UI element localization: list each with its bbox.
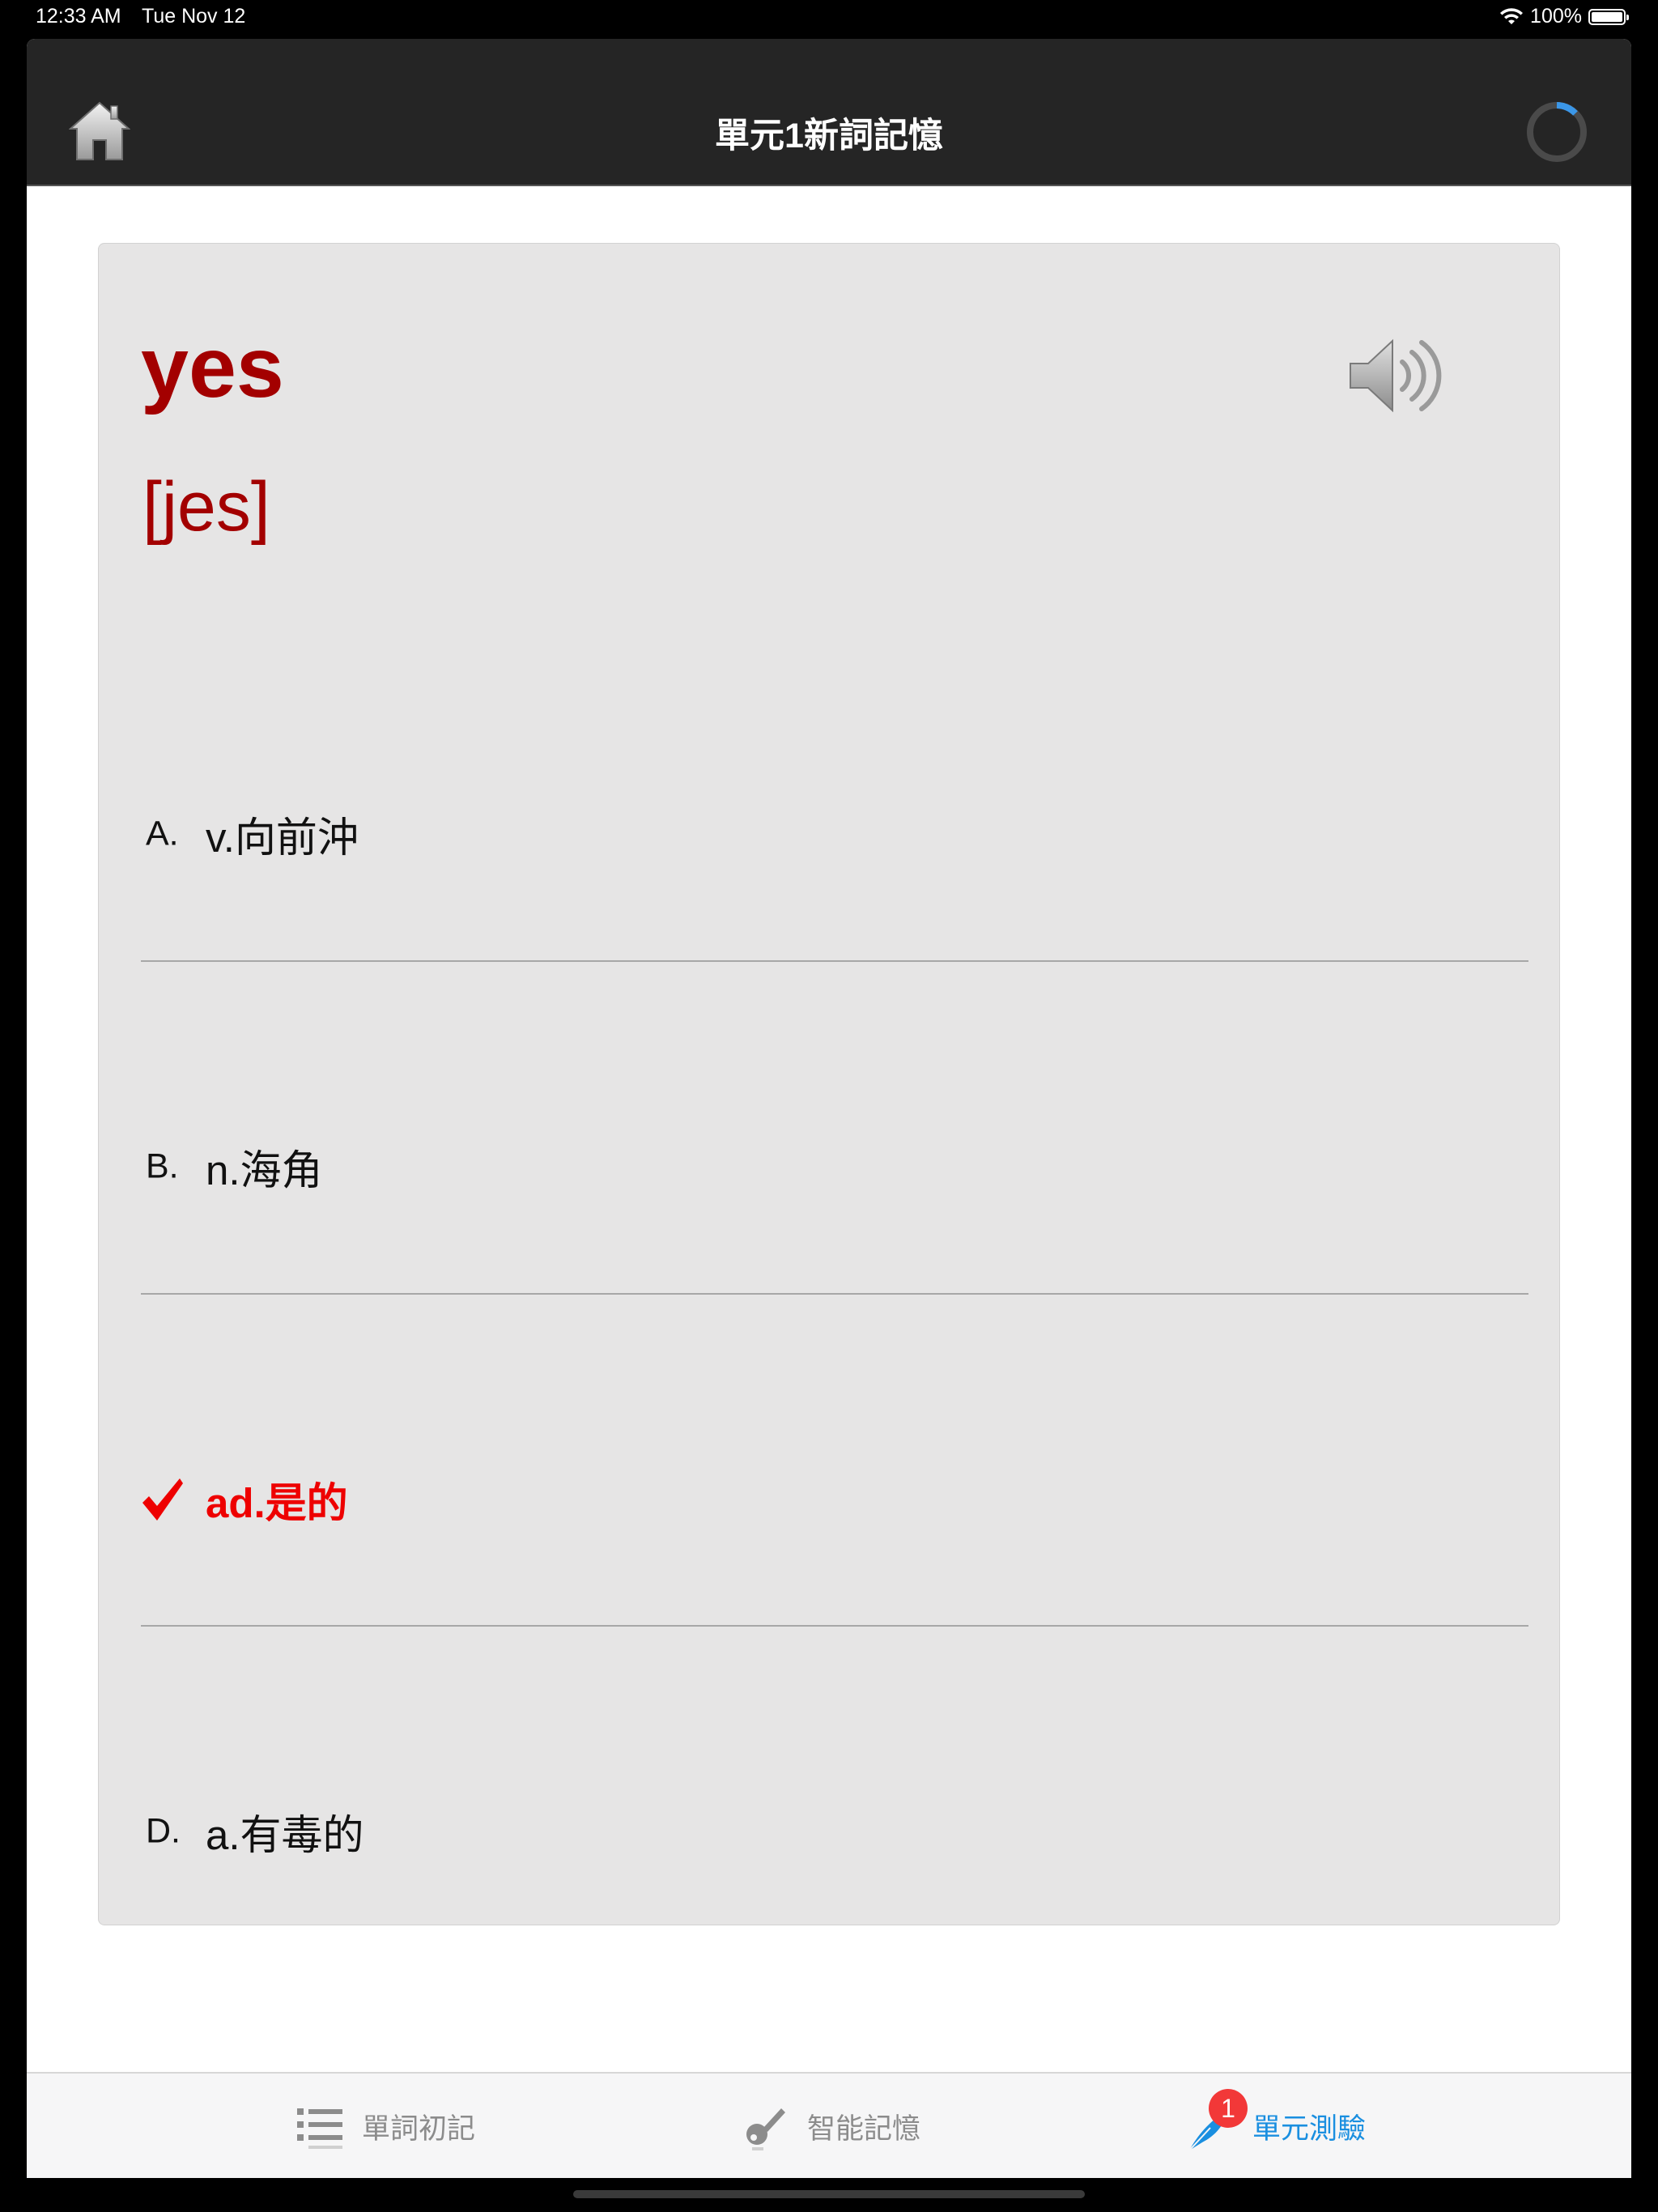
option-text: a.有毒的	[206, 1812, 364, 1858]
speaker-button[interactable]	[1346, 331, 1451, 420]
quiz-word: yes	[141, 320, 284, 415]
tab-label: 智能記憶	[807, 2113, 921, 2145]
tab-icon-wrap: 1	[1186, 2088, 1248, 2154]
option-text: ad.是的	[206, 1480, 348, 1526]
speaker-icon	[1350, 338, 1442, 413]
nav-title: 單元1新詞記憶	[715, 117, 943, 155]
status-date: Tue Nov 12	[142, 5, 246, 28]
checkmark-icon	[142, 1478, 183, 1521]
home-indicator[interactable]	[573, 2190, 1085, 2198]
status-time: 12:33 AM	[36, 5, 121, 28]
option-c-correct[interactable]: ad.是的	[141, 1334, 1528, 1665]
phonetic: [jes]	[142, 468, 270, 546]
battery-icon	[1588, 8, 1629, 25]
option-a[interactable]: A. v.向前沖	[141, 668, 1528, 1000]
key-icon	[746, 2108, 785, 2150]
tab-label: 單詞初記	[362, 2113, 476, 2145]
screen: 12:33 AM Tue Nov 12 100% 單元1新詞記憶 yes [je…	[0, 0, 1658, 2212]
option-letter: B.	[146, 1146, 179, 1186]
tab-word-initial[interactable]: 單詞初記	[295, 2074, 475, 2178]
tab-unit-test[interactable]: 1 單元測驗	[1186, 2074, 1366, 2178]
divider	[141, 960, 1528, 962]
notification-badge: 1	[1209, 2088, 1248, 2128]
wifi-icon	[1500, 7, 1524, 24]
option-text: n.海角	[206, 1147, 323, 1193]
status-right: 100%	[1499, 5, 1629, 28]
option-b[interactable]: B. n.海角	[141, 1001, 1528, 1333]
app-window: 單元1新詞記憶 yes [jes] A. v.向前沖 B. n.海角 ad.是的…	[27, 39, 1631, 2178]
tab-label: 單元測驗	[1252, 2113, 1367, 2145]
status-bar: 12:33 AM Tue Nov 12 100%	[0, 0, 1658, 36]
divider	[141, 1293, 1528, 1295]
loading-spinner-icon	[1527, 102, 1587, 162]
list-icon	[297, 2108, 342, 2149]
quiz-card: yes [jes] A. v.向前沖 B. n.海角 ad.是的 D. a.有毒…	[98, 243, 1560, 1925]
battery-percent: 100%	[1530, 5, 1582, 28]
option-d[interactable]: D. a.有毒的	[141, 1665, 1528, 1997]
option-letter: A.	[146, 814, 179, 853]
option-letter: D.	[146, 1811, 181, 1851]
nav-bar: 單元1新詞記憶	[27, 39, 1631, 186]
tab-bar: 單詞初記 智能記憶 1 單元測驗	[27, 2072, 1631, 2178]
option-text: v.向前沖	[206, 815, 359, 861]
tab-smart-memory[interactable]: 智能記憶	[741, 2074, 920, 2178]
divider	[141, 1625, 1528, 1627]
